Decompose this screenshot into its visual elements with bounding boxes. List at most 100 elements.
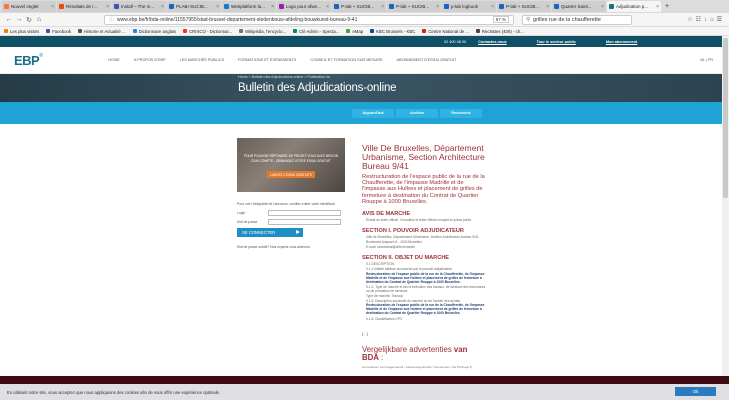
close-tab-icon[interactable]: × [51, 4, 54, 10]
login-form: Pour voir l'intégralité de l'annonce, ve… [237, 202, 347, 249]
section2-bold: Restructuration de l'espace public de la… [366, 271, 485, 284]
tab-favicon-icon [4, 4, 9, 9]
toolbar-icons[interactable]: ☆☷↓⌂☰ [687, 16, 725, 23]
browser-tab[interactable]: Logo pour ofwe... × [277, 1, 331, 12]
close-tab-icon[interactable]: × [216, 4, 219, 10]
tab-favicon-icon [499, 4, 504, 9]
browser-tab[interactable]: p-lab logbook × [442, 1, 496, 12]
browser-tab[interactable]: Adjudication p... × [607, 1, 661, 12]
browser-tab[interactable]: Webplatform la... × [222, 1, 276, 12]
tab-favicon-icon [114, 4, 119, 9]
new-tab-icon[interactable]: + [665, 3, 669, 10]
forward-icon[interactable]: → [14, 16, 24, 23]
bookmark-item[interactable]: eMap [346, 29, 363, 34]
close-tab-icon[interactable]: × [381, 4, 384, 10]
tab-favicon-icon [389, 4, 394, 9]
logo-mark: ® [39, 52, 43, 59]
close-tab-icon[interactable]: × [656, 4, 659, 10]
search-input[interactable]: ⚲ grilles rue de la chaufferette [522, 14, 632, 25]
bookmark-label: Dictionnaire anglais [138, 28, 177, 34]
browser-tab[interactable]: PLAB+SUCIB... × [167, 1, 221, 12]
ad-text: POUR POUVOIR RÉPONDRE DE PROJET VOUS AVE… [243, 154, 339, 163]
announcement-title: Ville De Bruxelles, Département Urbanism… [362, 143, 485, 171]
close-tab-icon[interactable]: × [326, 4, 329, 10]
bookmark-label: eMap [352, 28, 364, 34]
free-trial-button[interactable]: LANCEZ L'ESSAI GRATUITE [267, 171, 315, 178]
close-tab-icon[interactable]: × [161, 4, 164, 10]
bookmark-favicon-icon [4, 29, 8, 33]
close-tab-icon[interactable]: × [546, 4, 549, 10]
password-field[interactable] [268, 219, 341, 225]
zoom-indicator[interactable]: 67 % [492, 16, 509, 23]
bookmark-item[interactable]: Historie et Actualité ... [78, 29, 126, 34]
tab-label: P-lab + SUCIB... [396, 4, 430, 9]
browser-tab[interactable]: Quarter Saint... × [552, 1, 606, 12]
bookmark-item[interactable]: Centre National de ... [422, 29, 469, 34]
close-tab-icon[interactable]: × [601, 4, 604, 10]
section1-line: Boulevard Anspach 6 - 1000 Bruxelles [366, 240, 422, 245]
tab-label: P-lab + SUCIB... [506, 4, 540, 9]
bookmark-item[interactable]: Recitistes (406) - ch... [475, 29, 524, 34]
tab-favicon-icon [169, 4, 174, 9]
close-tab-icon[interactable]: × [106, 4, 109, 10]
subscription-link[interactable]: Mon abonnement [606, 40, 637, 44]
close-tab-icon[interactable]: × [436, 4, 439, 10]
section2-line: II.1 DESCRIPTION [366, 262, 395, 267]
connect-button[interactable]: SE CONNECTER [237, 228, 303, 237]
close-tab-icon[interactable]: × [491, 4, 494, 10]
tab-label: Install – The m... [121, 4, 155, 9]
nav-free-trial[interactable]: Abonnement d'essai gratuit [397, 58, 457, 62]
cookie-text: En utilisant notre site, vous acceptez q… [7, 389, 221, 395]
back-icon[interactable]: ← [4, 16, 14, 23]
page-scrollbar[interactable] [722, 36, 729, 384]
nav-home[interactable]: Home [108, 58, 119, 62]
address-bar[interactable]: ⓘ www.ebp.be/fr/bda-online/11557955/stad… [104, 14, 514, 25]
logo-text: EBP [14, 52, 40, 68]
bookmark-item[interactable]: CRISCO - Dictionnai... [183, 29, 232, 34]
bookmark-item[interactable]: Wikipédia, l'encyclo... [239, 29, 286, 34]
tab-today[interactable]: Aujourd'hui [352, 108, 394, 118]
bookmark-favicon-icon [132, 29, 137, 33]
avis-text: Extrait du texte officiel. Consultez le … [366, 218, 472, 223]
bookmark-item[interactable]: KBC Brussels - KBC [370, 29, 415, 34]
tab-archive[interactable]: Archive [396, 108, 438, 118]
cookie-ok-button[interactable]: Ok [675, 387, 716, 396]
page-title: Bulletin des Adjudications-online [238, 82, 397, 94]
ellipsis-marker: [...] [362, 330, 368, 336]
reload-icon[interactable]: ↻ [24, 16, 34, 24]
bookmark-item[interactable]: Clé Admin - Specta... [293, 29, 339, 34]
login-field[interactable] [268, 210, 341, 216]
browser-tab[interactable]: Install – The m... × [112, 1, 166, 12]
bookmark-item[interactable]: Les plus visités [4, 29, 39, 34]
nav-public-markets[interactable]: Les marchés publics [180, 58, 225, 62]
ebp-logo[interactable]: EBP® [14, 52, 43, 68]
nav-consulting[interactable]: Conseil et formation sur mesure [310, 58, 382, 62]
browser-tab[interactable]: P-lab + SUCIB... × [497, 1, 551, 12]
home-icon[interactable]: ⌂ [34, 16, 44, 23]
tab-label: Résultats de r... [66, 4, 98, 9]
browser-tab[interactable]: Nouvel onglet × [2, 1, 56, 12]
bookmark-item[interactable]: Dictionnaire anglais [132, 28, 177, 34]
tab-search[interactable]: Recherché [440, 108, 482, 118]
arrow-right-icon [296, 230, 300, 234]
scrollbar-thumb[interactable] [723, 38, 728, 198]
nav-about[interactable]: A propos d'EBP [134, 58, 166, 62]
close-tab-icon[interactable]: × [271, 4, 274, 10]
contact-link[interactable]: Contactez-nous [478, 40, 506, 44]
main-navigation: EBP® Home A propos d'EBP Les marchés pub… [0, 47, 729, 74]
public-sector-link[interactable]: Tour le secteur public [537, 40, 576, 44]
bookmark-item[interactable]: Facebook [46, 29, 71, 34]
password-label: Mot de passe [237, 220, 258, 224]
tab-favicon-icon [59, 4, 64, 9]
forgot-password-link[interactable]: Mot de passe oublié? Nos experts vous ai… [237, 245, 347, 249]
tab-favicon-icon [279, 4, 284, 9]
bookmark-label: Les plus visités [10, 28, 40, 34]
bookmark-label: CRISCO - Dictionnai... [189, 28, 233, 34]
tab-label: Webplatform la... [231, 4, 265, 9]
language-switch[interactable]: NL | FR [700, 58, 713, 62]
tab-label: Logo pour ofwe... [286, 4, 321, 9]
browser-tab[interactable]: P-lab + SUCIB... × [332, 1, 386, 12]
browser-tab[interactable]: P-lab + SUCIB... × [387, 1, 441, 12]
nav-events[interactable]: Formations et événements [238, 58, 296, 62]
browser-tab[interactable]: Résultats de r... × [57, 1, 111, 12]
